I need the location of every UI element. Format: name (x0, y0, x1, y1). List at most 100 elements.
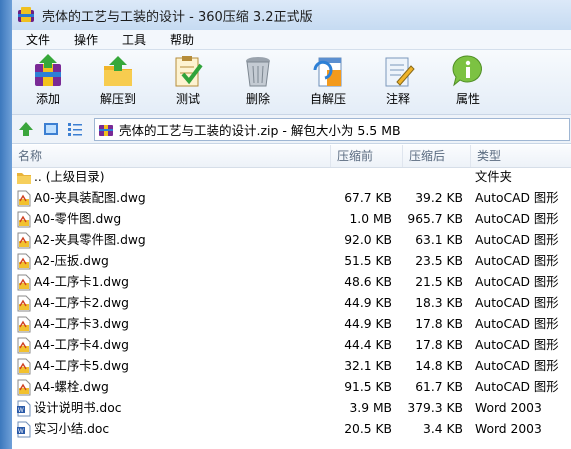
test-button[interactable]: 测试 (156, 52, 220, 112)
file-type: Word 2003 (475, 401, 542, 415)
file-type: 文件夹 (475, 170, 512, 184)
self-extract-label: 自解压 (309, 92, 346, 106)
file-compressed-size: 379.3 KB (407, 401, 463, 415)
file-size: 44.4 KB (344, 338, 392, 352)
file-compressed-size: 61.7 KB (415, 380, 463, 394)
file-size (330, 167, 392, 188)
properties-label: 属性 (455, 92, 480, 106)
extract-to-button[interactable]: 解压到 (86, 52, 150, 112)
file-row[interactable]: A4-工序卡4.dwg 44.4 KB 17.8 KB AutoCAD 图形 (12, 335, 571, 356)
add-label: 添加 (35, 92, 60, 106)
file-row[interactable]: A4-螺栓.dwg 91.5 KB 61.7 KB AutoCAD 图形 (12, 377, 571, 398)
thumbnail-view-icon[interactable] (42, 120, 60, 138)
file-name: 设计说明书.doc (34, 401, 122, 415)
autocad-file-icon (17, 379, 31, 396)
folder-icon (17, 173, 31, 184)
info-properties-icon (452, 55, 482, 87)
app-window: 壳体的工艺与工装的设计 - 360压缩 3.2正式版 文件 操作 工具 帮助 添… (12, 0, 571, 449)
file-compressed-size: 39.2 KB (415, 191, 463, 205)
file-name: A2-夹具零件图.dwg (34, 233, 146, 247)
autocad-file-icon (17, 232, 31, 249)
archive-app-icon (18, 7, 34, 23)
file-row[interactable]: A4-工序卡2.dwg 44.9 KB 18.3 KB AutoCAD 图形 (12, 293, 571, 314)
file-size: 67.7 KB (344, 191, 392, 205)
properties-button[interactable]: 属性 (436, 52, 500, 112)
file-compressed-size: 14.8 KB (415, 359, 463, 373)
address-text: 壳体的工艺与工装的设计.zip - 解包大小为 5.5 MB (119, 123, 401, 138)
file-row[interactable]: A0-零件图.dwg 1.0 MB 965.7 KB AutoCAD 图形 (12, 209, 571, 230)
file-compressed-size: 63.1 KB (415, 233, 463, 247)
delete-trash-icon (246, 57, 270, 87)
file-row[interactable]: A0-夹具装配图.dwg 67.7 KB 39.2 KB AutoCAD 图形 (12, 188, 571, 209)
file-compressed-size: 18.3 KB (415, 296, 463, 310)
self-extract-button[interactable]: 自解压 (296, 52, 360, 112)
file-name: A4-螺栓.dwg (34, 380, 109, 394)
file-name: .. (上级目录) (34, 170, 105, 184)
autocad-file-icon (17, 274, 31, 291)
column-size[interactable]: 压缩前 (330, 145, 402, 167)
autocad-file-icon (17, 337, 31, 354)
self-extract-icon (313, 57, 342, 87)
file-list-header: 名称 压缩前 压缩后 类型 (12, 145, 571, 168)
file-type: Word 2003 (475, 422, 542, 436)
file-name: A0-零件图.dwg (34, 212, 122, 226)
file-name: 实习小结.doc (34, 422, 110, 436)
comment-notepad-icon (385, 57, 415, 87)
delete-label: 删除 (245, 92, 270, 106)
add-archive-icon (35, 54, 61, 86)
file-type: AutoCAD 图形 (475, 317, 559, 331)
title-bar: 壳体的工艺与工装的设计 - 360压缩 3.2正式版 (12, 0, 571, 30)
menu-bar: 文件 操作 工具 帮助 (12, 30, 571, 50)
file-row[interactable]: A2-压扳.dwg 51.5 KB 23.5 KB AutoCAD 图形 (12, 251, 571, 272)
file-size: 91.5 KB (344, 380, 392, 394)
autocad-file-icon (17, 316, 31, 333)
word-doc-icon: W (17, 400, 31, 417)
menu-operate[interactable]: 操作 (64, 31, 108, 48)
autocad-file-icon (17, 358, 31, 375)
file-row[interactable]: A4-工序卡3.dwg 44.9 KB 17.8 KB AutoCAD 图形 (12, 314, 571, 335)
zip-archive-icon (99, 124, 113, 136)
menu-help[interactable]: 帮助 (160, 31, 204, 48)
file-row[interactable]: W 设计说明书.doc 3.9 MB 379.3 KB Word 2003 (12, 398, 571, 419)
file-size: 48.6 KB (344, 275, 392, 289)
file-compressed-size: 17.8 KB (415, 317, 463, 331)
file-compressed-size (402, 167, 463, 188)
autocad-file-icon (17, 295, 31, 312)
menu-file[interactable]: 文件 (16, 31, 60, 48)
extract-to-icon (104, 56, 132, 86)
file-row[interactable]: A4-工序卡5.dwg 32.1 KB 14.8 KB AutoCAD 图形 (12, 356, 571, 377)
file-row[interactable]: W 实习小结.doc 20.5 KB 3.4 KB Word 2003 (12, 419, 571, 440)
file-type: AutoCAD 图形 (475, 212, 559, 226)
autocad-file-icon (17, 211, 31, 228)
file-row[interactable]: .. (上级目录) 文件夹 (12, 167, 571, 188)
file-size: 20.5 KB (344, 422, 392, 436)
address-field[interactable]: 壳体的工艺与工装的设计.zip - 解包大小为 5.5 MB (94, 118, 570, 141)
menu-tools[interactable]: 工具 (112, 31, 156, 48)
column-type[interactable]: 类型 (470, 145, 571, 167)
file-row[interactable]: A2-夹具零件图.dwg 92.0 KB 63.1 KB AutoCAD 图形 (12, 230, 571, 251)
details-view-icon[interactable] (66, 120, 84, 138)
word-doc-icon: W (17, 421, 31, 438)
file-row[interactable]: A4-工序卡1.dwg 48.6 KB 21.5 KB AutoCAD 图形 (12, 272, 571, 293)
file-type: AutoCAD 图形 (475, 359, 559, 373)
file-size: 92.0 KB (344, 233, 392, 247)
svg-text:W: W (18, 429, 24, 435)
file-compressed-size: 17.8 KB (415, 338, 463, 352)
file-name: A4-工序卡3.dwg (34, 317, 129, 331)
file-compressed-size: 965.7 KB (407, 212, 463, 226)
comment-button[interactable]: 注释 (366, 52, 430, 112)
svg-text:W: W (18, 408, 24, 414)
column-compressed[interactable]: 压缩后 (402, 145, 470, 167)
file-size: 44.9 KB (344, 317, 392, 331)
window-title: 壳体的工艺与工装的设计 - 360压缩 3.2正式版 (42, 9, 313, 25)
file-name: A4-工序卡4.dwg (34, 338, 129, 352)
desktop-edge (0, 0, 12, 449)
delete-button[interactable]: 删除 (226, 52, 290, 112)
file-type: AutoCAD 图形 (475, 254, 559, 268)
file-type: AutoCAD 图形 (475, 191, 559, 205)
up-arrow-icon[interactable] (17, 120, 35, 138)
add-button[interactable]: 添加 (16, 52, 80, 112)
file-size: 44.9 KB (344, 296, 392, 310)
column-name[interactable]: 名称 (12, 145, 330, 167)
file-size: 3.9 MB (349, 401, 392, 415)
